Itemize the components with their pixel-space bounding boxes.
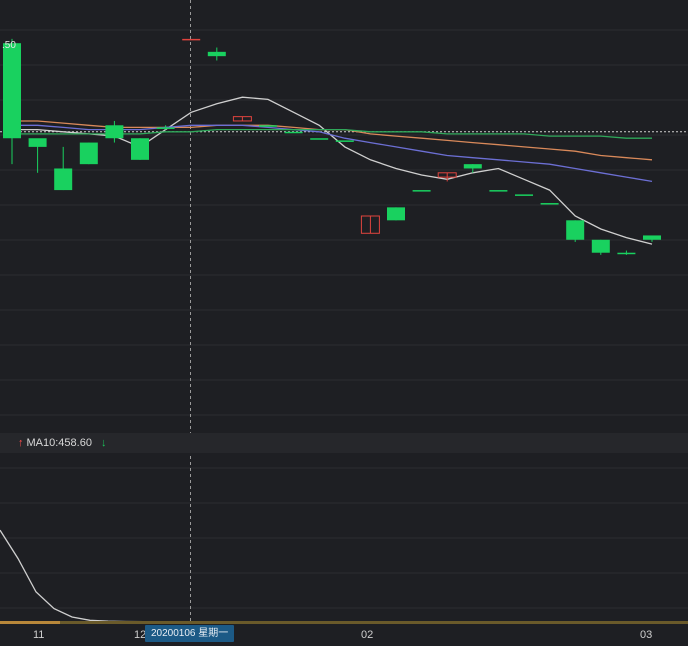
price-axis-label: .50	[2, 40, 16, 51]
candle-body	[310, 138, 329, 140]
candle-body	[515, 194, 533, 196]
volume-strip	[0, 621, 688, 624]
candle-body	[3, 43, 21, 139]
ma10-indicator: ↑ MA10:458.60 ↓	[18, 437, 106, 449]
candle-body	[284, 131, 303, 134]
candle-body	[54, 168, 73, 191]
arrow-up-icon[interactable]: ↑	[18, 437, 24, 449]
arrow-down-icon[interactable]: ↓	[101, 437, 107, 449]
candle-body	[566, 220, 585, 240]
kline-chart[interactable]	[0, 0, 688, 646]
candle-body	[182, 38, 201, 41]
candle-body	[259, 125, 277, 127]
candle-body	[463, 164, 482, 169]
candle-body	[591, 239, 610, 253]
candle-body	[335, 140, 354, 142]
x-tick-label: 11	[33, 629, 45, 641]
candle-body	[489, 190, 508, 192]
volume-strip-highlight	[0, 621, 60, 624]
x-tick-label: 02	[361, 629, 374, 641]
x-tick-label: 03	[640, 629, 653, 641]
candle-body	[207, 51, 226, 57]
candle-body	[28, 138, 47, 147]
candle-body	[387, 207, 405, 221]
ma10-label: MA10:458.60	[26, 437, 92, 449]
candle-body	[131, 138, 149, 160]
candle-body	[643, 235, 661, 240]
cursor-date-tag: 20200106 星期一	[145, 625, 235, 642]
candle-body	[540, 203, 559, 205]
candle-body	[412, 190, 431, 192]
candle-body	[617, 252, 636, 255]
candle-body	[105, 125, 124, 139]
indicator-bar: ↑ MA10:458.60 ↓	[0, 433, 688, 453]
candle-body	[156, 127, 175, 129]
ma-line	[12, 96, 653, 245]
chart-stage: .50 ↑ MA10:458.60 ↓ 11 12 02 03 20200106…	[0, 0, 688, 646]
candle-body	[79, 142, 98, 165]
